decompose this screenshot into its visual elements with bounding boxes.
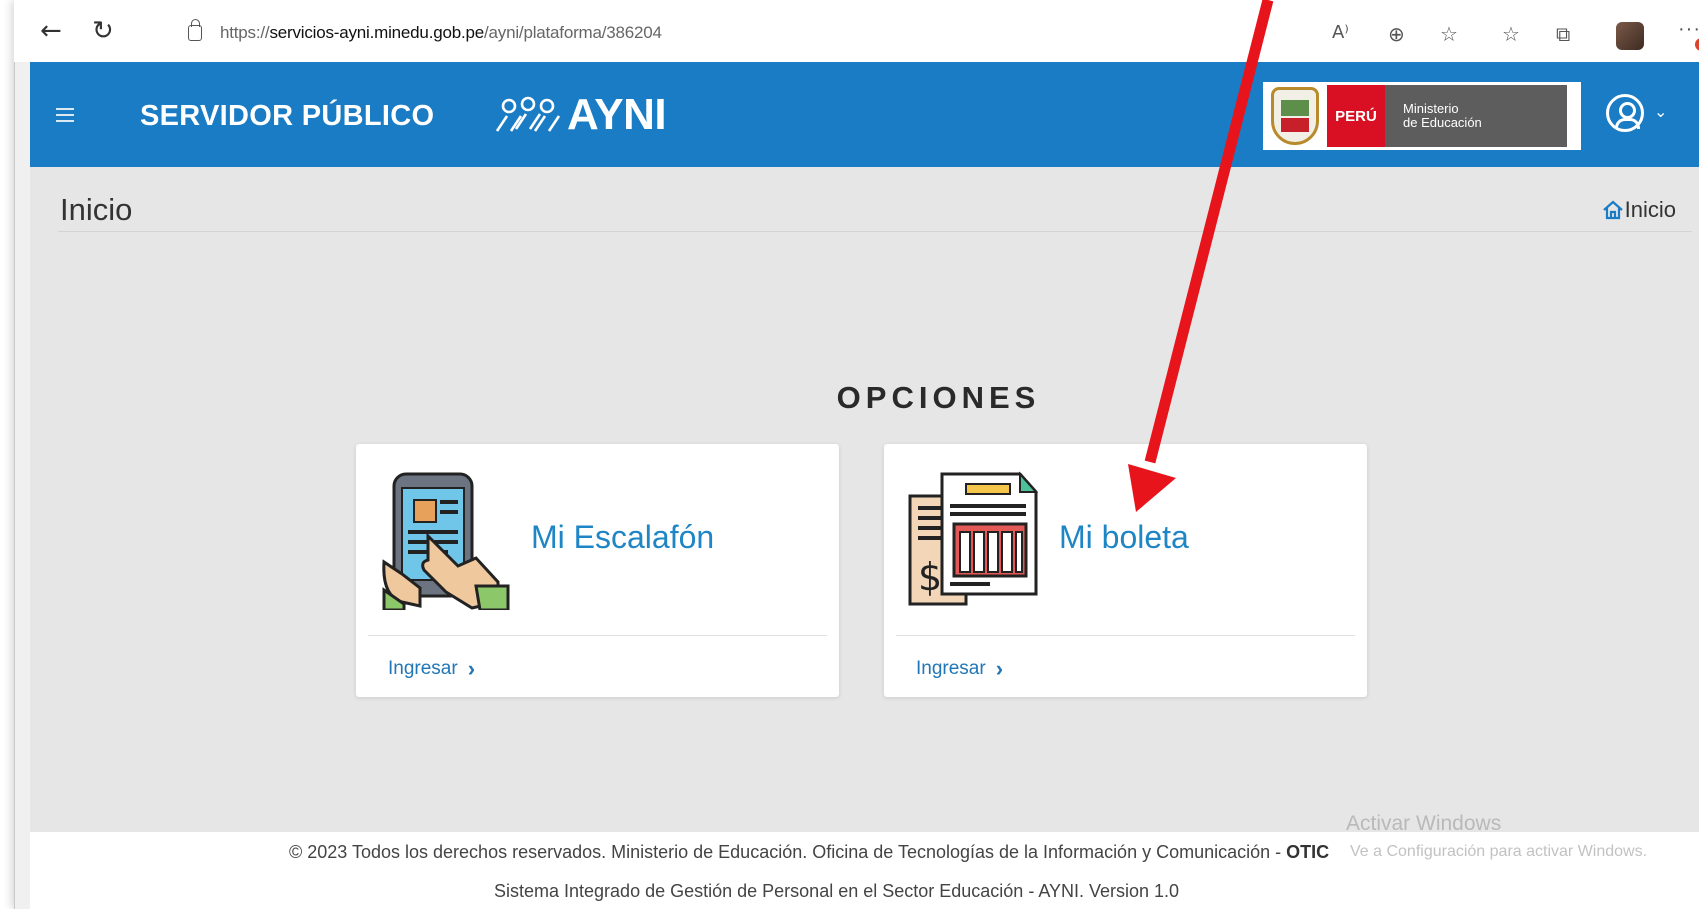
browser-toolbar: ← ↻ https://servicios-ayni.minedu.gob.pe… (14, 0, 1699, 62)
collections-icon[interactable]: ⧉ (1556, 22, 1570, 46)
card-body[interactable]: Mi Escalafón (368, 444, 827, 636)
notification-badge (1695, 38, 1699, 51)
windows-activation-title: Activar Windows (1346, 812, 1502, 835)
address-bar[interactable]: https://servicios-ayni.minedu.gob.pe/ayn… (162, 16, 1312, 50)
card-title[interactable]: Mi boleta (1059, 519, 1189, 556)
page-title: Inicio (60, 192, 133, 227)
minedu-logo: PERÚ Ministerio de Educación (1263, 82, 1581, 150)
invoice-document-icon: $ (908, 471, 1038, 606)
coat-of-arms-icon (1271, 87, 1319, 145)
breadcrumb[interactable]: Inicio (1602, 197, 1676, 223)
profile-avatar[interactable] (1616, 22, 1644, 50)
card-mi-escalafon[interactable]: Mi Escalafón Ingresar › (356, 444, 839, 697)
ayni-logo[interactable]: AYNI (495, 90, 667, 140)
chevron-right-icon: › (467, 656, 476, 681)
card-body[interactable]: $ Mi boleta (896, 444, 1355, 636)
hamburger-menu-icon[interactable] (56, 108, 74, 126)
people-group-icon (495, 96, 561, 132)
app-title: SERVIDOR PÚBLICO (140, 100, 435, 132)
chevron-right-icon: › (995, 656, 1004, 681)
footer-system-name: Sistema Integrado de Gestión de Personal… (494, 881, 1180, 901)
back-icon[interactable]: ← (40, 18, 62, 44)
home-icon (1602, 200, 1623, 220)
url-text[interactable]: https://servicios-ayni.minedu.gob.pe/ayn… (220, 23, 662, 43)
main-content (30, 232, 1699, 832)
reload-icon[interactable]: ↻ (92, 18, 114, 44)
read-aloud-icon[interactable]: A⁾ (1332, 22, 1349, 43)
more-options-icon[interactable]: ··· (1678, 18, 1699, 41)
card-title[interactable]: Mi Escalafón (531, 519, 714, 556)
peru-label: PERÚ (1327, 85, 1385, 147)
ingresar-link[interactable]: Ingresar › (388, 656, 475, 682)
breadcrumb-row: Inicio Inicio (58, 190, 1692, 232)
ministerio-label: Ministerio de Educación (1385, 85, 1567, 147)
tablet-touch-icon (382, 472, 510, 610)
favorites-icon[interactable]: ☆ (1502, 22, 1520, 46)
app-header: SERVIDOR PÚBLICO AYNI PERÚ Ministerio de… (30, 62, 1699, 167)
card-mi-boleta[interactable]: $ Mi boleta Ingresar › (884, 444, 1367, 697)
zoom-icon[interactable]: ⊕ (1388, 22, 1405, 46)
chevron-down-icon[interactable]: ⌄ (1654, 102, 1667, 122)
section-title: OPCIONES (836, 380, 1041, 415)
ayni-logo-text: AYNI (567, 90, 667, 139)
footer-copyright: © 2023 Todos los derechos reservados. Mi… (289, 842, 1330, 862)
ingresar-link[interactable]: Ingresar › (916, 656, 1003, 682)
breadcrumb-home-link[interactable]: Inicio (1625, 197, 1676, 223)
user-account-icon[interactable] (1606, 94, 1644, 132)
svg-text:$: $ (918, 555, 942, 599)
windows-activation-text: Ve a Configuración para activar Windows. (1350, 843, 1648, 860)
favorite-add-icon[interactable]: ☆ (1440, 22, 1458, 46)
lock-icon[interactable] (188, 19, 202, 41)
